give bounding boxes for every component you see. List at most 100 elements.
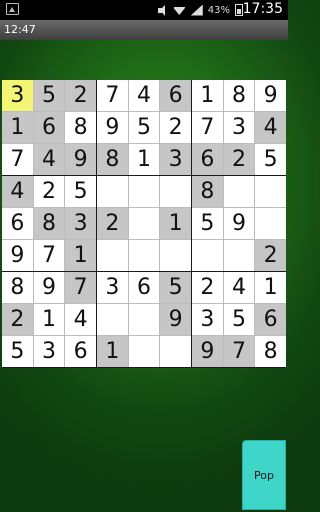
sudoku-cell[interactable]: 1 [97, 336, 128, 367]
image-icon [6, 3, 19, 15]
sudoku-box: 352 168 749 [2, 80, 96, 175]
sudoku-cell[interactable]: 7 [223, 336, 255, 367]
sudoku-cell[interactable]: 1 [128, 144, 160, 175]
sudoku-cell[interactable]: 4 [255, 112, 286, 143]
sudoku-cell[interactable] [160, 336, 191, 367]
sudoku-cell[interactable] [128, 208, 160, 239]
sudoku-cell[interactable]: 3 [192, 304, 223, 335]
sudoku-cell[interactable]: 8 [33, 208, 65, 239]
sudoku-box: 897 214 536 [2, 272, 96, 367]
sudoku-cell[interactable] [128, 176, 160, 207]
sudoku-cell[interactable] [223, 176, 255, 207]
sudoku-cell[interactable]: 8 [255, 336, 286, 367]
sudoku-cell[interactable]: 5 [2, 336, 33, 367]
sudoku-cell[interactable]: 3 [223, 112, 255, 143]
sudoku-cell[interactable] [97, 304, 128, 335]
sudoku-cell[interactable]: 2 [223, 144, 255, 175]
sudoku-board: 3521687497469528131897346254256839712185… [2, 80, 286, 368]
sudoku-cell[interactable]: 8 [192, 176, 223, 207]
sudoku-cell[interactable]: 9 [223, 208, 255, 239]
sudoku-cell[interactable]: 9 [33, 272, 65, 303]
sudoku-box: 746 952 813 [97, 80, 191, 175]
sudoku-cell[interactable] [128, 240, 160, 271]
sudoku-box: 3659 1 [97, 272, 191, 367]
sudoku-cell[interactable]: 8 [223, 80, 255, 111]
sudoku-cell[interactable]: 5 [65, 176, 96, 207]
timer-bar: 12:47 [0, 20, 288, 40]
sudoku-cell[interactable] [223, 240, 255, 271]
sudoku-cell[interactable]: 9 [192, 336, 223, 367]
sudoku-cell[interactable] [160, 240, 191, 271]
sudoku-cell[interactable]: 4 [33, 144, 65, 175]
sudoku-cell[interactable] [160, 176, 191, 207]
sudoku-cell[interactable]: 3 [33, 336, 65, 367]
sudoku-box: 241 356 978 [192, 272, 286, 367]
sudoku-cell[interactable] [255, 208, 286, 239]
sudoku-cell[interactable]: 2 [33, 176, 65, 207]
sudoku-cell[interactable]: 7 [33, 240, 65, 271]
sudoku-cell[interactable]: 2 [192, 272, 223, 303]
sudoku-cell[interactable]: 5 [33, 80, 65, 111]
sudoku-cell[interactable]: 4 [223, 272, 255, 303]
sudoku-cell[interactable] [128, 304, 160, 335]
sudoku-cell[interactable]: 3 [65, 208, 96, 239]
sudoku-cell[interactable]: 5 [223, 304, 255, 335]
sudoku-cell[interactable] [128, 336, 160, 367]
clock: 17:35 [242, 1, 283, 17]
sudoku-cell[interactable]: 2 [2, 304, 33, 335]
sudoku-cell[interactable]: 3 [2, 80, 33, 111]
sudoku-cell[interactable]: 8 [97, 144, 128, 175]
sudoku-cell[interactable] [192, 240, 223, 271]
mute-icon [157, 4, 168, 16]
sudoku-cell[interactable]: 7 [97, 80, 128, 111]
sudoku-cell[interactable]: 6 [128, 272, 160, 303]
sudoku-cell[interactable]: 5 [192, 208, 223, 239]
sudoku-cell[interactable]: 2 [160, 112, 191, 143]
sudoku-cell[interactable] [97, 176, 128, 207]
sudoku-cell[interactable]: 1 [33, 304, 65, 335]
elapsed-time: 12:47 [4, 23, 36, 36]
sudoku-cell[interactable]: 9 [2, 240, 33, 271]
sudoku-cell[interactable]: 8 [65, 112, 96, 143]
sudoku-cell[interactable]: 5 [128, 112, 160, 143]
sudoku-cell[interactable]: 3 [97, 272, 128, 303]
sudoku-cell[interactable] [255, 176, 286, 207]
sudoku-cell[interactable]: 1 [192, 80, 223, 111]
sudoku-cell[interactable]: 1 [160, 208, 191, 239]
battery-percent: 43% [207, 4, 230, 16]
sudoku-cell[interactable]: 1 [255, 272, 286, 303]
sudoku-cell[interactable]: 8 [2, 272, 33, 303]
sudoku-cell[interactable]: 2 [255, 240, 286, 271]
pop-button[interactable]: Pop [242, 440, 286, 510]
sudoku-cell[interactable]: 5 [160, 272, 191, 303]
sudoku-cell[interactable]: 3 [160, 144, 191, 175]
sudoku-cell[interactable]: 6 [65, 336, 96, 367]
sudoku-cell[interactable]: 1 [65, 240, 96, 271]
sudoku-box: 425 683 971 [2, 176, 96, 271]
sudoku-box: 189 734 625 [192, 80, 286, 175]
sudoku-cell[interactable]: 7 [192, 112, 223, 143]
sudoku-cell[interactable]: 6 [2, 208, 33, 239]
sudoku-cell[interactable]: 4 [128, 80, 160, 111]
sudoku-cell[interactable]: 2 [65, 80, 96, 111]
sudoku-cell[interactable]: 1 [2, 112, 33, 143]
sudoku-cell[interactable]: 4 [65, 304, 96, 335]
sudoku-cell[interactable] [97, 240, 128, 271]
sudoku-cell[interactable]: 9 [65, 144, 96, 175]
sudoku-cell[interactable]: 9 [255, 80, 286, 111]
sudoku-cell[interactable]: 6 [160, 80, 191, 111]
sudoku-box: 8592 [192, 176, 286, 271]
sudoku-cell[interactable]: 4 [2, 176, 33, 207]
sudoku-cell[interactable]: 6 [255, 304, 286, 335]
sudoku-cell[interactable]: 7 [65, 272, 96, 303]
sudoku-cell[interactable]: 7 [2, 144, 33, 175]
sudoku-cell[interactable]: 9 [160, 304, 191, 335]
sudoku-box: 21 [97, 176, 191, 271]
sudoku-cell[interactable]: 6 [33, 112, 65, 143]
sudoku-cell[interactable]: 2 [97, 208, 128, 239]
signal-icon [190, 4, 203, 16]
sudoku-cell[interactable]: 9 [97, 112, 128, 143]
status-bar: 43% 17:35 [0, 0, 288, 20]
sudoku-cell[interactable]: 6 [192, 144, 223, 175]
sudoku-cell[interactable]: 5 [255, 144, 286, 175]
